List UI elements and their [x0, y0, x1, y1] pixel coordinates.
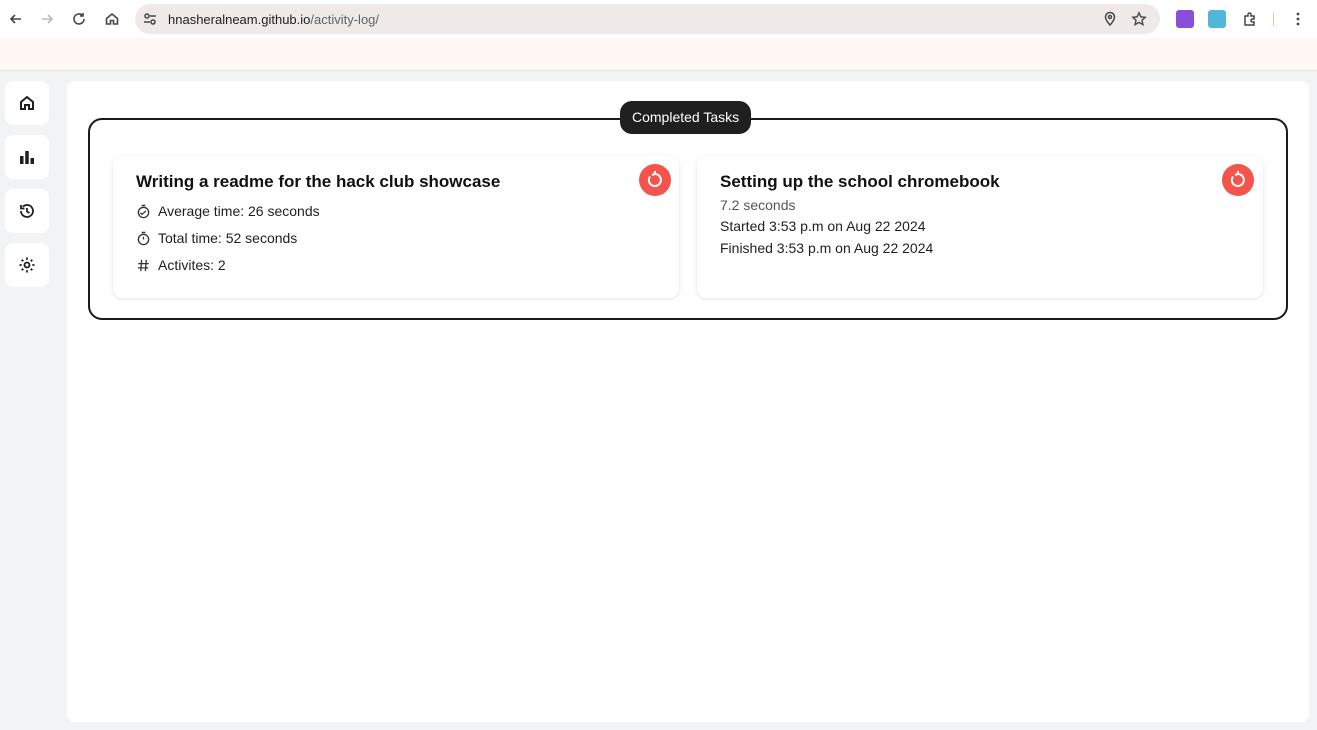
toolbar-divider [1273, 12, 1274, 26]
average-time-row: Average time: 26 seconds [136, 201, 320, 221]
extension-blue-icon[interactable] [1208, 10, 1226, 28]
average-time-icon [136, 204, 151, 219]
site-settings-icon[interactable] [142, 11, 158, 27]
average-time-text: Average time: 26 seconds [158, 203, 320, 219]
main-content: Writing a readme for the hack club showc… [67, 81, 1309, 722]
reset-button[interactable] [639, 164, 671, 196]
home-page-icon[interactable] [101, 8, 123, 30]
menu-kebab-icon[interactable] [1287, 8, 1309, 30]
forward-icon[interactable] [36, 8, 58, 30]
browser-info-strip [0, 38, 1317, 71]
total-time-text: Total time: 52 seconds [158, 230, 298, 246]
url-text: hnasheralneam.github.io/activity-log/ [168, 12, 379, 27]
bookmark-star-icon[interactable] [1131, 11, 1147, 27]
reset-button[interactable] [1222, 164, 1254, 196]
task-duration: 7.2 seconds [720, 197, 796, 213]
history-icon [18, 202, 36, 220]
section-label: Completed Tasks [620, 101, 752, 134]
stopwatch-icon [136, 231, 151, 246]
sidebar-item-settings[interactable] [5, 243, 49, 287]
browser-toolbar: hnasheralneam.github.io/activity-log/ [0, 0, 1317, 38]
task-title: Setting up the school chromebook [720, 172, 1000, 191]
sidebar-item-home[interactable] [5, 81, 49, 125]
task-title: Writing a readme for the hack club showc… [136, 172, 501, 191]
activities-text: Activites: 2 [158, 257, 226, 273]
sidebar-item-history[interactable] [5, 189, 49, 233]
total-time-row: Total time: 52 seconds [136, 228, 297, 248]
extension-purple-icon[interactable] [1176, 10, 1194, 28]
gear-icon [18, 256, 36, 274]
task-card: Setting up the school chromebook 7.2 sec… [697, 156, 1263, 298]
task-card: Writing a readme for the hack club showc… [113, 156, 679, 298]
location-icon[interactable] [1102, 11, 1118, 27]
address-bar[interactable]: hnasheralneam.github.io/activity-log/ [135, 4, 1160, 34]
task-finished: Finished 3:53 p.m on Aug 22 2024 [720, 240, 934, 256]
hash-icon [136, 258, 151, 273]
sidebar [0, 72, 57, 730]
sidebar-item-stats[interactable] [5, 135, 49, 179]
url-path: /activity-log/ [310, 12, 380, 27]
url-host: hnasheralneam.github.io [168, 12, 311, 27]
reload-icon[interactable] [68, 8, 90, 30]
back-icon[interactable] [5, 8, 27, 30]
completed-tasks-section: Writing a readme for the hack club showc… [88, 118, 1288, 320]
extensions-puzzle-icon[interactable] [1239, 8, 1261, 30]
task-started: Started 3:53 p.m on Aug 22 2024 [720, 218, 926, 234]
home-icon [18, 94, 36, 112]
restart-icon [1228, 170, 1248, 190]
activities-row: Activites: 2 [136, 255, 226, 275]
bar-chart-icon [18, 148, 36, 166]
restart-icon [645, 170, 665, 190]
page: Writing a readme for the hack club showc… [0, 72, 1317, 730]
